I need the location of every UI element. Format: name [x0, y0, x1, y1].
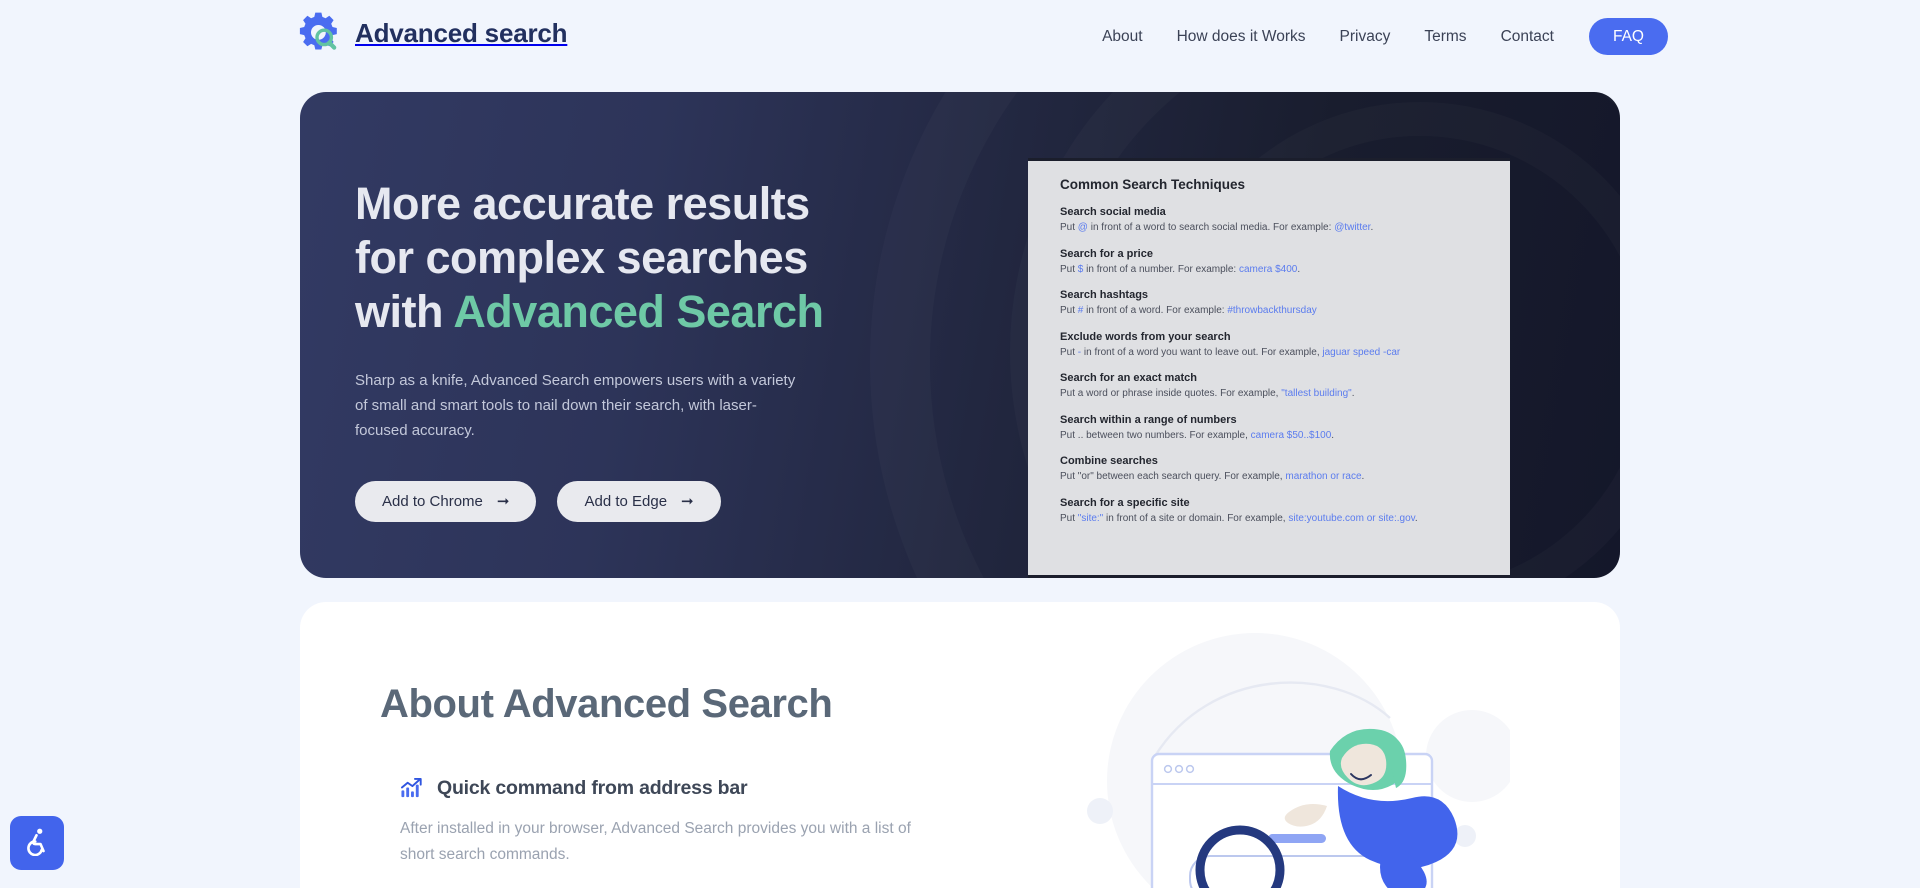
add-to-chrome-button[interactable]: Add to Chrome ➞ [355, 481, 537, 522]
gear-search-logo-icon [296, 10, 342, 56]
technique-item: Combine searches Put "or" between each s… [1060, 455, 1478, 484]
feature-description: After installed in your browser, Advance… [400, 820, 911, 863]
technique-item: Search for a specific site Put "site:" i… [1060, 497, 1478, 526]
technique-description: Put - in front of a word you want to lea… [1060, 346, 1401, 358]
faq-button[interactable]: FAQ [1588, 18, 1668, 55]
chart-increasing-icon [400, 777, 423, 800]
technique-description: Put .. between two numbers. For example,… [1060, 429, 1335, 441]
hero-subtitle: Sharp as a knife, Advanced Search empowe… [355, 372, 796, 439]
common-search-techniques-card: Common Search Techniques Search social m… [1028, 158, 1510, 578]
add-to-edge-button[interactable]: Add to Edge ➞ [557, 481, 721, 522]
arrow-right-icon: ➞ [496, 493, 510, 510]
page-root: Advanced search About How does it Works … [0, 0, 1920, 888]
technique-title: Search within a range of numbers [1060, 413, 1237, 426]
hero-title-line-1: More accurate results [355, 178, 810, 229]
add-to-edge-label: Add to Edge [584, 493, 668, 510]
technique-description: Put @ in front of a word to search socia… [1060, 222, 1374, 233]
techniques-card-title: Common Search Techniques [1060, 177, 1246, 192]
technique-description: Put "or" between each search query. For … [1060, 471, 1365, 482]
nav-item-about[interactable]: About [1085, 20, 1160, 54]
technique-title: Search social media [1060, 206, 1166, 218]
about-title: About Advanced Search [380, 682, 833, 726]
site-header: Advanced search About How does it Works … [0, 0, 1920, 70]
arrow-right-icon: ➞ [681, 493, 694, 510]
hero-title-line-3-prefix: with [355, 286, 454, 337]
accessibility-widget-button[interactable] [10, 816, 64, 870]
feature-item: Quick command from address bar After ins… [400, 777, 930, 868]
brand-logo-link[interactable]: Advanced search [296, 10, 568, 56]
technique-title: Search for a price [1060, 247, 1153, 260]
technique-description: Put a word or phrase inside quotes. For … [1060, 388, 1355, 399]
technique-description: Put # in front of a word. For example: #… [1060, 305, 1317, 316]
hero-copy: More accurate results for complex search… [355, 177, 915, 522]
technique-item: Search for a price Put $ in front of a n… [1060, 248, 1478, 277]
technique-description: Put $ in front of a number. For example:… [1060, 263, 1301, 275]
feature-title: Quick command from address bar [437, 777, 748, 799]
nav-item-contact[interactable]: Contact [1484, 20, 1571, 54]
technique-title: Exclude words from your search [1060, 330, 1231, 343]
nav-item-privacy[interactable]: Privacy [1323, 20, 1408, 54]
technique-item: Search social media Put @ in front of a … [1060, 206, 1478, 235]
technique-title: Search for a specific site [1060, 496, 1190, 509]
main-navigation: About How does it Works Privacy Terms Co… [1085, 18, 1668, 55]
technique-item: Search for an exact match Put a word or … [1060, 372, 1478, 401]
technique-description: Put "site:" in front of a site or domain… [1060, 512, 1418, 524]
nav-item-how-does-it-works[interactable]: How does it Works [1160, 20, 1323, 54]
nav-item-terms[interactable]: Terms [1407, 20, 1483, 54]
about-section: About Advanced Search Quick command from… [300, 602, 1620, 888]
technique-item: Search within a range of numbers Put .. … [1060, 414, 1478, 443]
technique-title: Search hashtags [1060, 289, 1149, 301]
technique-title: Search for an exact match [1060, 372, 1197, 384]
add-to-chrome-label: Add to Chrome [382, 493, 483, 510]
technique-item: Exclude words from your search Put - in … [1060, 331, 1478, 360]
about-illustration [1080, 606, 1518, 888]
hero-actions: Add to Chrome ➞ Add to Edge ➞ [355, 481, 915, 522]
hero-title-line-2: for complex searches [355, 232, 808, 283]
wheelchair-accessibility-icon [22, 826, 52, 861]
hero-section: More accurate results for complex search… [300, 92, 1620, 578]
technique-title: Combine searches [1060, 455, 1158, 467]
hero-title: More accurate results for complex search… [355, 177, 915, 339]
brand-name: Advanced search [355, 17, 568, 48]
hero-title-accent: Advanced Search [453, 286, 824, 337]
technique-item: Search hashtags Put # in front of a word… [1060, 289, 1478, 318]
